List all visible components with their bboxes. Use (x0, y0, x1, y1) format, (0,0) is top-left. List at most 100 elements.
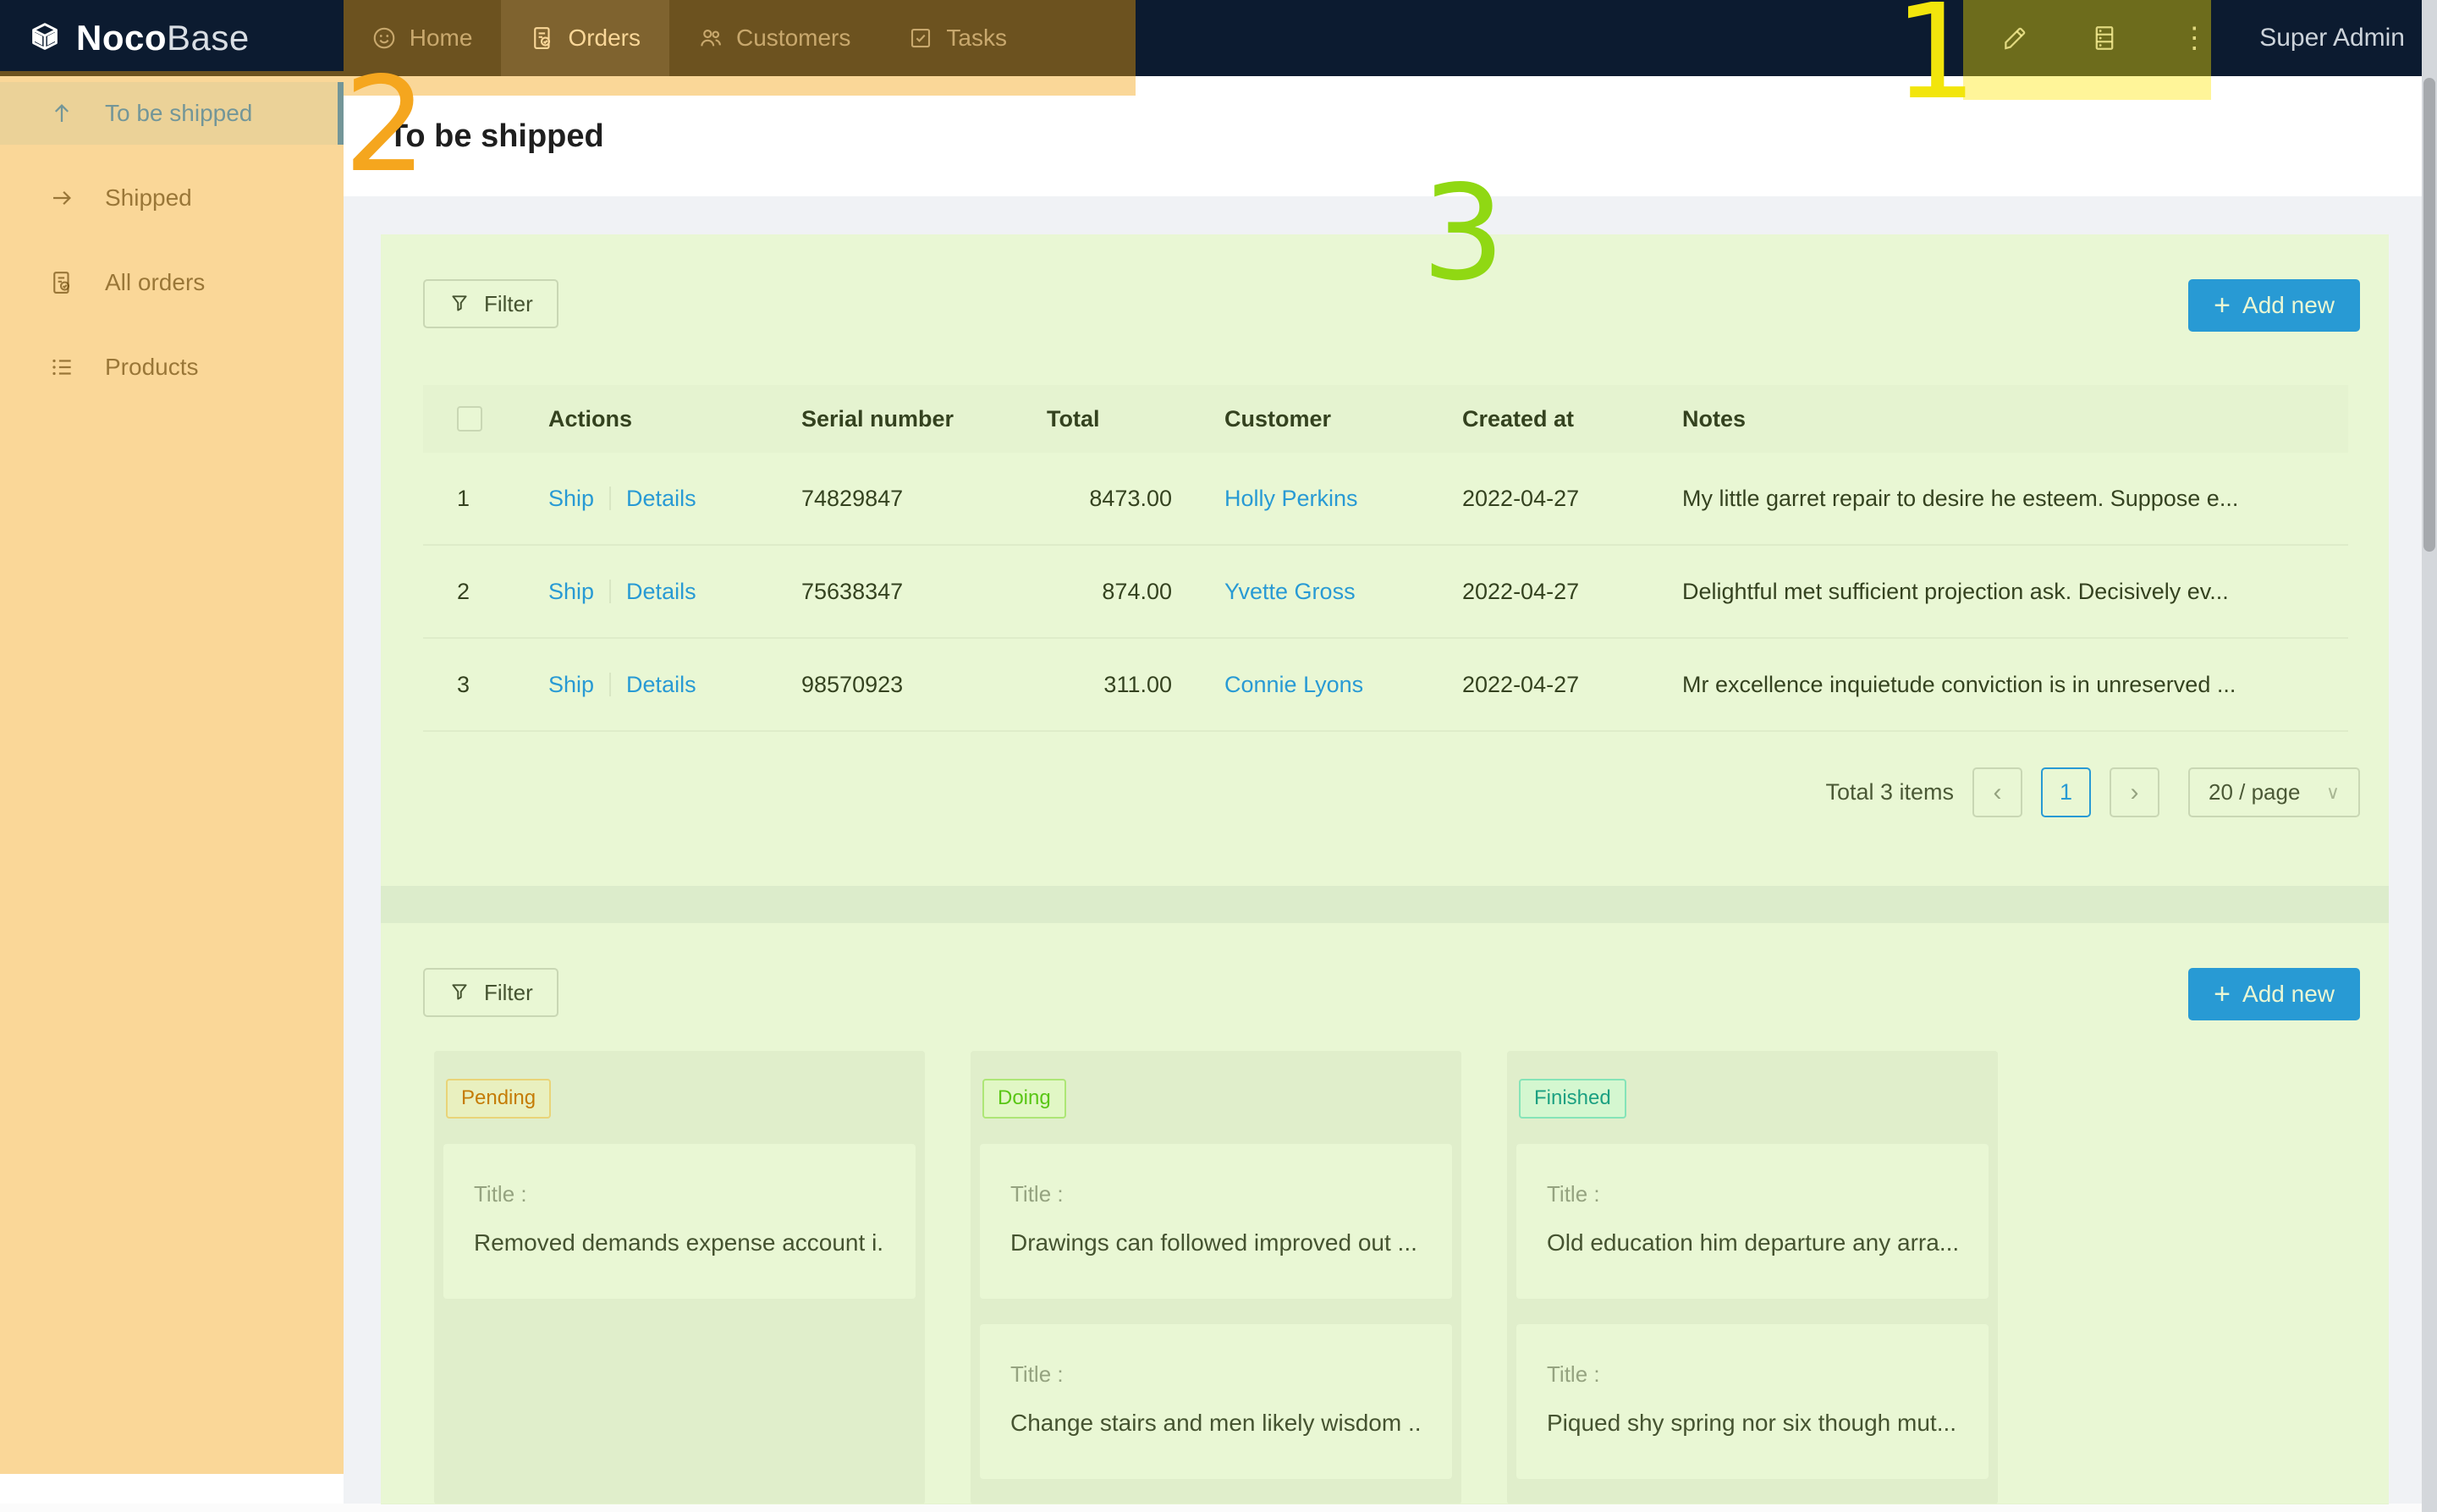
arrow-right-icon (49, 185, 74, 211)
pagination-prev-button[interactable]: ‹ (1972, 767, 2022, 817)
details-link[interactable]: Details (626, 486, 696, 512)
file-done-icon (530, 25, 555, 51)
ship-link[interactable]: Ship (548, 486, 594, 512)
table-row[interactable]: 2 Ship Details 75638347 874.00 Yvette Gr… (423, 546, 2348, 639)
card-field-label: Title : (1547, 1181, 1958, 1207)
cell-total: 874.00 (1021, 579, 1192, 605)
nav-item-home[interactable]: Home (343, 0, 502, 76)
filter-button[interactable]: Filter (423, 279, 558, 328)
filter-button-label: Filter (484, 291, 533, 317)
page-size-value: 20 / page (2209, 779, 2300, 805)
sidebar-item-shipped[interactable]: Shipped (0, 167, 344, 229)
details-link[interactable]: Details (626, 672, 696, 698)
page-size-select[interactable]: 20 / page ∨ (2188, 767, 2360, 817)
team-icon (698, 25, 723, 51)
nav-item-label: Tasks (946, 25, 1007, 52)
card-title: Change stairs and men likely wisdom ... (1010, 1410, 1422, 1437)
sidebar-item-all-orders[interactable]: All orders (0, 251, 344, 314)
page-title: To be shipped (388, 118, 604, 155)
ship-link[interactable]: Ship (548, 672, 594, 698)
scrollbar-thumb[interactable] (2423, 78, 2435, 552)
kanban-column-pending: Pending Title : Removed demands expense … (434, 1051, 925, 1504)
nocobase-logo[interactable]: NocoBase (25, 18, 250, 58)
kanban-card[interactable]: Title : Old education him departure any … (1516, 1144, 1989, 1299)
orders-table-block: Filter + Add new Actions Serial number T… (381, 234, 2389, 886)
row-index: 1 (423, 486, 542, 512)
cell-serial-number: 75638347 (767, 579, 1021, 605)
chevron-down-icon: ∨ (2326, 782, 2340, 804)
column-header-customer[interactable]: Customer (1192, 406, 1439, 432)
add-new-button[interactable]: + Add new (2188, 968, 2360, 1020)
ship-link[interactable]: Ship (548, 579, 594, 605)
cell-customer: Connie Lyons (1192, 672, 1439, 698)
vertical-scrollbar[interactable] (2422, 0, 2437, 1512)
sidebar-item-to-be-shipped[interactable]: To be shipped (0, 82, 344, 145)
action-divider (609, 487, 611, 510)
add-new-button-label: Add new (2242, 981, 2335, 1008)
top-nav: NocoBase Home (0, 0, 2437, 76)
card-field-label: Title : (1010, 1181, 1422, 1207)
cell-created-at: 2022-04-27 (1439, 486, 1650, 512)
kanban-card[interactable]: Title : Drawings can followed improved o… (980, 1144, 1452, 1299)
column-header-actions[interactable]: Actions (542, 406, 767, 432)
status-badge-finished: Finished (1519, 1079, 1626, 1119)
sidebar-item-label: Products (105, 354, 199, 381)
orders-table: Actions Serial number Total Customer Cre… (423, 385, 2348, 732)
column-header-created-at[interactable]: Created at (1439, 406, 1650, 432)
column-header-serial-number[interactable]: Serial number (767, 406, 1021, 432)
customer-link[interactable]: Yvette Gross (1224, 579, 1356, 605)
row-actions: Ship Details (542, 486, 767, 512)
page-header: To be shipped (344, 76, 2437, 196)
cell-total: 8473.00 (1021, 486, 1192, 512)
table-row[interactable]: 3 Ship Details 98570923 311.00 Connie Ly… (423, 639, 2348, 732)
table-row[interactable]: 1 Ship Details 74829847 8473.00 Holly Pe… (423, 453, 2348, 546)
cell-created-at: 2022-04-27 (1439, 579, 1650, 605)
add-new-button[interactable]: + Add new (2188, 279, 2360, 332)
brand-text: NocoBase (76, 18, 250, 58)
check-square-icon (908, 25, 933, 51)
plus-icon: + (2214, 291, 2231, 320)
cube-logo-icon (25, 19, 64, 58)
card-field-label: Title : (1010, 1361, 1422, 1388)
nav-right-tools: ⋮ Super Admin (2000, 24, 2437, 52)
table-header-row: Actions Serial number Total Customer Cre… (423, 385, 2348, 453)
column-header-notes[interactable]: Notes (1650, 406, 2275, 432)
highlighter-icon[interactable] (2000, 24, 2029, 52)
select-all-checkbox[interactable] (457, 406, 482, 432)
customer-link[interactable]: Holly Perkins (1224, 486, 1358, 512)
header-checkbox-cell (423, 406, 542, 432)
pagination-next-button[interactable]: › (2110, 767, 2159, 817)
nav-item-customers[interactable]: Customers (669, 0, 879, 76)
card-field-label: Title : (1547, 1361, 1958, 1388)
customer-link[interactable]: Connie Lyons (1224, 672, 1363, 698)
details-link[interactable]: Details (626, 579, 696, 605)
action-divider (609, 673, 611, 696)
row-index: 3 (423, 672, 542, 698)
filter-button[interactable]: Filter (423, 968, 558, 1017)
cell-serial-number: 74829847 (767, 486, 1021, 512)
nav-item-orders[interactable]: Orders (501, 0, 669, 76)
kanban-card[interactable]: Title : Change stairs and men likely wis… (980, 1324, 1452, 1479)
orders-toolbar: Filter + Add new (381, 234, 2389, 332)
user-menu[interactable]: Super Admin (2259, 24, 2405, 52)
nav-item-tasks[interactable]: Tasks (879, 0, 1036, 76)
more-menu-icon[interactable]: ⋮ (2180, 24, 2209, 52)
kanban-card[interactable]: Title : Removed demands expense account … (443, 1144, 916, 1299)
cell-total: 311.00 (1021, 672, 1192, 698)
tasks-kanban-block: Filter + Add new Pending Title : Removed… (381, 923, 2389, 1512)
column-header-total[interactable]: Total (1021, 406, 1192, 432)
pagination-page-1[interactable]: 1 (2041, 767, 2091, 817)
kanban-card[interactable]: Title : Piqued shy spring nor six though… (1516, 1324, 1989, 1479)
sidebar-item-products[interactable]: Products (0, 336, 344, 399)
status-badge-pending: Pending (446, 1079, 551, 1119)
filter-icon (448, 293, 470, 315)
nav-item-label: Orders (568, 25, 641, 52)
database-icon[interactable] (2090, 24, 2119, 52)
sidebar-item-label: All orders (105, 269, 205, 296)
cell-serial-number: 98570923 (767, 672, 1021, 698)
nocobase-app: NocoBase Home (0, 0, 2437, 1512)
status-badge-doing: Doing (982, 1079, 1066, 1119)
page-bottom-strip (0, 1504, 2422, 1512)
cell-notes: Delightful met sufficient projection ask… (1650, 579, 2275, 605)
nav-item-label: Home (410, 25, 473, 52)
